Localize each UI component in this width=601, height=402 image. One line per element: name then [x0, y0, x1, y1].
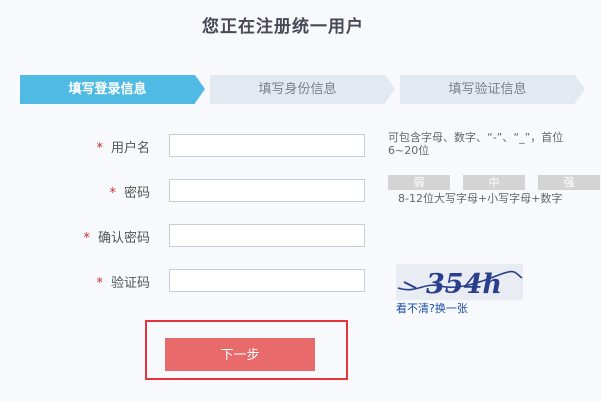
next-step-button[interactable]: 下一步: [165, 338, 315, 371]
captcha-graphic: 354h: [396, 264, 523, 300]
confirm-password-label-text: 确认密码: [97, 231, 150, 246]
step-label: 填写登录信息: [68, 82, 147, 97]
confirm-password-label: * 确认密码: [60, 227, 150, 246]
password-hint: 8-12位大写字母+小写字母+数字: [398, 192, 563, 205]
step-progress: 填写登录信息 填写身份信息 填写验证信息: [20, 75, 601, 104]
captcha-image[interactable]: 354h: [396, 264, 523, 300]
captcha-label-text: 验证码: [110, 276, 150, 291]
required-mark: *: [96, 141, 103, 156]
username-label-text: 用户名: [110, 141, 150, 156]
step-arrow: [195, 75, 205, 103]
captcha-input[interactable]: [169, 269, 365, 292]
username-input[interactable]: [169, 134, 365, 157]
captcha-text: 354h: [426, 269, 502, 300]
step-arrow: [575, 75, 585, 103]
captcha-refresh-link[interactable]: 看不清?换一张: [396, 300, 468, 316]
step-identity-info: 填写身份信息: [210, 75, 385, 104]
captcha-label: * 验证码: [80, 272, 150, 291]
step-arrow: [385, 75, 395, 103]
username-hint-line2: 6~20位: [388, 144, 430, 157]
password-input[interactable]: [169, 179, 365, 202]
confirm-password-input[interactable]: [169, 224, 365, 247]
step-login-info: 填写登录信息: [20, 75, 195, 104]
username-label: * 用户名: [80, 137, 150, 156]
required-mark: *: [109, 186, 116, 201]
username-hint-line1: 可包含字母、数字、“-”、“_”，首位: [388, 131, 564, 144]
strength-weak: 弱: [388, 175, 450, 190]
required-mark: *: [96, 276, 103, 291]
password-label-text: 密码: [123, 186, 150, 201]
required-mark: *: [83, 231, 90, 246]
step-label: 填写验证信息: [448, 82, 527, 97]
strength-medium: 中: [463, 175, 525, 190]
step-label: 填写身份信息: [258, 82, 337, 97]
username-hint: 可包含字母、数字、“-”、“_”，首位 6~20位: [388, 131, 601, 157]
page-title: 您正在注册统一用户: [202, 17, 364, 37]
strength-strong: 强: [538, 175, 600, 190]
step-verify-info: 填写验证信息: [400, 75, 575, 104]
password-label: * 密码: [80, 182, 150, 201]
